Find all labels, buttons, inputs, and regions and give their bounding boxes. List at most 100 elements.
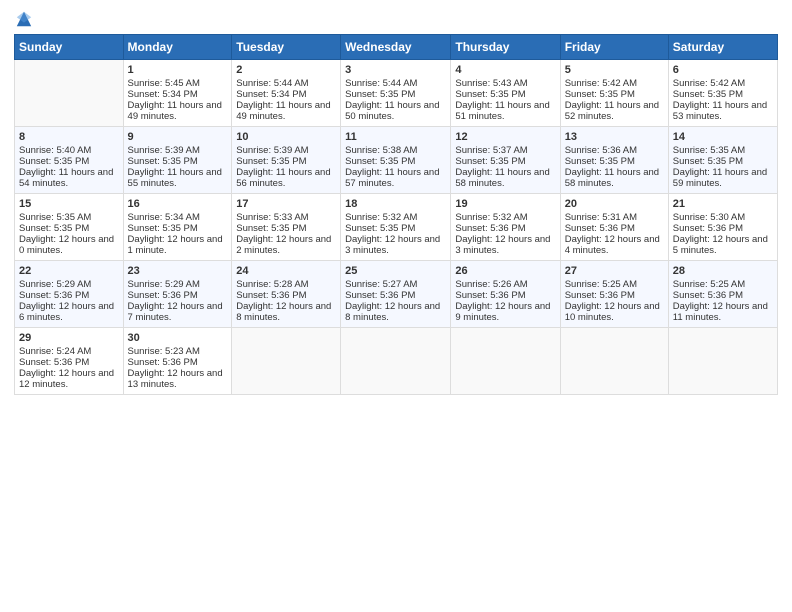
daylight-text: Daylight: 11 hours and 58 minutes. <box>565 167 659 189</box>
sunset-text: Sunset: 5:35 PM <box>455 89 525 100</box>
days-header-row: SundayMondayTuesdayWednesdayThursdayFrid… <box>15 35 778 60</box>
sunset-text: Sunset: 5:36 PM <box>455 290 525 301</box>
daylight-text: Daylight: 11 hours and 54 minutes. <box>19 167 113 189</box>
sunset-text: Sunset: 5:35 PM <box>345 89 415 100</box>
sunrise-text: Sunrise: 5:23 AM <box>128 346 200 357</box>
daylight-text: Daylight: 12 hours and 9 minutes. <box>455 301 550 323</box>
calendar-body: 1Sunrise: 5:45 AMSunset: 5:34 PMDaylight… <box>15 60 778 395</box>
page: SundayMondayTuesdayWednesdayThursdayFrid… <box>0 0 792 612</box>
sunset-text: Sunset: 5:35 PM <box>128 223 198 234</box>
daylight-text: Daylight: 12 hours and 6 minutes. <box>19 301 114 323</box>
sunrise-text: Sunrise: 5:35 AM <box>673 145 745 156</box>
calendar-cell: 11Sunrise: 5:38 AMSunset: 5:35 PMDayligh… <box>341 127 451 194</box>
daylight-text: Daylight: 12 hours and 5 minutes. <box>673 234 768 256</box>
calendar-cell: 20Sunrise: 5:31 AMSunset: 5:36 PMDayligh… <box>560 194 668 261</box>
calendar-cell: 18Sunrise: 5:32 AMSunset: 5:35 PMDayligh… <box>341 194 451 261</box>
sunrise-text: Sunrise: 5:36 AM <box>565 145 637 156</box>
day-header-tuesday: Tuesday <box>232 35 341 60</box>
calendar-cell: 22Sunrise: 5:29 AMSunset: 5:36 PMDayligh… <box>15 261 124 328</box>
calendar-cell: 16 Sunrise: 5:34 AMSunset: 5:35 PMDayligh… <box>123 194 232 261</box>
sunrise-text: Sunrise: 5:42 AM <box>673 78 745 89</box>
calendar-cell: 26 Sunrise: 5:26 AMSunset: 5:36 PMDayligh… <box>451 261 560 328</box>
calendar-cell: 2Sunrise: 5:44 AMSunset: 5:34 PMDaylight… <box>232 60 341 127</box>
sunset-text: Sunset: 5:35 PM <box>19 156 89 167</box>
day-number: 3 <box>345 64 446 76</box>
day-number: 16 <box>128 198 228 210</box>
calendar-cell <box>668 328 777 395</box>
logo-icon <box>15 10 33 28</box>
day-number: 11 <box>345 131 446 143</box>
calendar-cell: 19Sunrise: 5:32 AMSunset: 5:36 PMDayligh… <box>451 194 560 261</box>
calendar-cell <box>15 60 124 127</box>
calendar-cell: 6Sunrise: 5:42 AMSunset: 5:35 PMDaylight… <box>668 60 777 127</box>
sunrise-text: Sunrise: 5:29 AM <box>128 279 200 290</box>
calendar-cell: 4Sunrise: 5:43 AMSunset: 5:35 PMDaylight… <box>451 60 560 127</box>
day-header-friday: Friday <box>560 35 668 60</box>
calendar-cell: 30Sunrise: 5:23 AMSunset: 5:36 PMDayligh… <box>123 328 232 395</box>
day-number: 30 <box>128 332 228 344</box>
calendar-cell: 29Sunrise: 5:24 AMSunset: 5:36 PMDayligh… <box>15 328 124 395</box>
day-number: 20 <box>565 198 664 210</box>
calendar-cell: 25Sunrise: 5:27 AMSunset: 5:36 PMDayligh… <box>341 261 451 328</box>
sunset-text: Sunset: 5:35 PM <box>673 89 743 100</box>
sunrise-text: Sunrise: 5:28 AM <box>236 279 308 290</box>
day-number: 15 <box>19 198 119 210</box>
calendar-cell: 27Sunrise: 5:25 AMSunset: 5:36 PMDayligh… <box>560 261 668 328</box>
daylight-text: Daylight: 11 hours and 55 minutes. <box>128 167 222 189</box>
daylight-text: Daylight: 12 hours and 10 minutes. <box>565 301 660 323</box>
day-number: 26 <box>455 265 555 277</box>
sunset-text: Sunset: 5:36 PM <box>345 290 415 301</box>
daylight-text: Daylight: 11 hours and 49 minutes. <box>128 100 222 122</box>
sunrise-text: Sunrise: 5:29 AM <box>19 279 91 290</box>
sunset-text: Sunset: 5:36 PM <box>128 290 198 301</box>
sunrise-text: Sunrise: 5:27 AM <box>345 279 417 290</box>
daylight-text: Daylight: 12 hours and 3 minutes. <box>455 234 550 256</box>
sunrise-text: Sunrise: 5:33 AM <box>236 212 308 223</box>
daylight-text: Daylight: 11 hours and 51 minutes. <box>455 100 549 122</box>
sunset-text: Sunset: 5:35 PM <box>128 156 198 167</box>
sunrise-text: Sunrise: 5:34 AM <box>128 212 200 223</box>
day-number: 19 <box>455 198 555 210</box>
sunset-text: Sunset: 5:36 PM <box>236 290 306 301</box>
daylight-text: Daylight: 11 hours and 56 minutes. <box>236 167 330 189</box>
calendar-cell <box>232 328 341 395</box>
sunrise-text: Sunrise: 5:35 AM <box>19 212 91 223</box>
day-number: 18 <box>345 198 446 210</box>
sunset-text: Sunset: 5:36 PM <box>673 290 743 301</box>
sunrise-text: Sunrise: 5:38 AM <box>345 145 417 156</box>
calendar-cell: 13Sunrise: 5:36 AMSunset: 5:35 PMDayligh… <box>560 127 668 194</box>
sunset-text: Sunset: 5:36 PM <box>19 357 89 368</box>
sunrise-text: Sunrise: 5:24 AM <box>19 346 91 357</box>
sunrise-text: Sunrise: 5:44 AM <box>345 78 417 89</box>
sunset-text: Sunset: 5:36 PM <box>565 223 635 234</box>
sunrise-text: Sunrise: 5:39 AM <box>236 145 308 156</box>
day-number: 10 <box>236 131 336 143</box>
day-header-wednesday: Wednesday <box>341 35 451 60</box>
day-number: 25 <box>345 265 446 277</box>
day-header-thursday: Thursday <box>451 35 560 60</box>
daylight-text: Daylight: 12 hours and 3 minutes. <box>345 234 440 256</box>
calendar-cell <box>560 328 668 395</box>
sunset-text: Sunset: 5:36 PM <box>673 223 743 234</box>
sunrise-text: Sunrise: 5:43 AM <box>455 78 527 89</box>
sunset-text: Sunset: 5:35 PM <box>455 156 525 167</box>
day-number: 21 <box>673 198 773 210</box>
sunrise-text: Sunrise: 5:31 AM <box>565 212 637 223</box>
sunrise-text: Sunrise: 5:37 AM <box>455 145 527 156</box>
day-number: 14 <box>673 131 773 143</box>
week-row-4: 22Sunrise: 5:29 AMSunset: 5:36 PMDayligh… <box>15 261 778 328</box>
daylight-text: Daylight: 12 hours and 11 minutes. <box>673 301 768 323</box>
calendar-cell: 5Sunrise: 5:42 AMSunset: 5:35 PMDaylight… <box>560 60 668 127</box>
calendar-cell: 1Sunrise: 5:45 AMSunset: 5:34 PMDaylight… <box>123 60 232 127</box>
day-number: 17 <box>236 198 336 210</box>
day-number: 22 <box>19 265 119 277</box>
day-number: 2 <box>236 64 336 76</box>
sunrise-text: Sunrise: 5:26 AM <box>455 279 527 290</box>
daylight-text: Daylight: 12 hours and 1 minute. <box>128 234 223 256</box>
week-row-1: 1Sunrise: 5:45 AMSunset: 5:34 PMDaylight… <box>15 60 778 127</box>
day-number: 28 <box>673 265 773 277</box>
daylight-text: Daylight: 11 hours and 58 minutes. <box>455 167 549 189</box>
sunset-text: Sunset: 5:35 PM <box>236 223 306 234</box>
sunset-text: Sunset: 5:35 PM <box>345 156 415 167</box>
week-row-5: 29Sunrise: 5:24 AMSunset: 5:36 PMDayligh… <box>15 328 778 395</box>
